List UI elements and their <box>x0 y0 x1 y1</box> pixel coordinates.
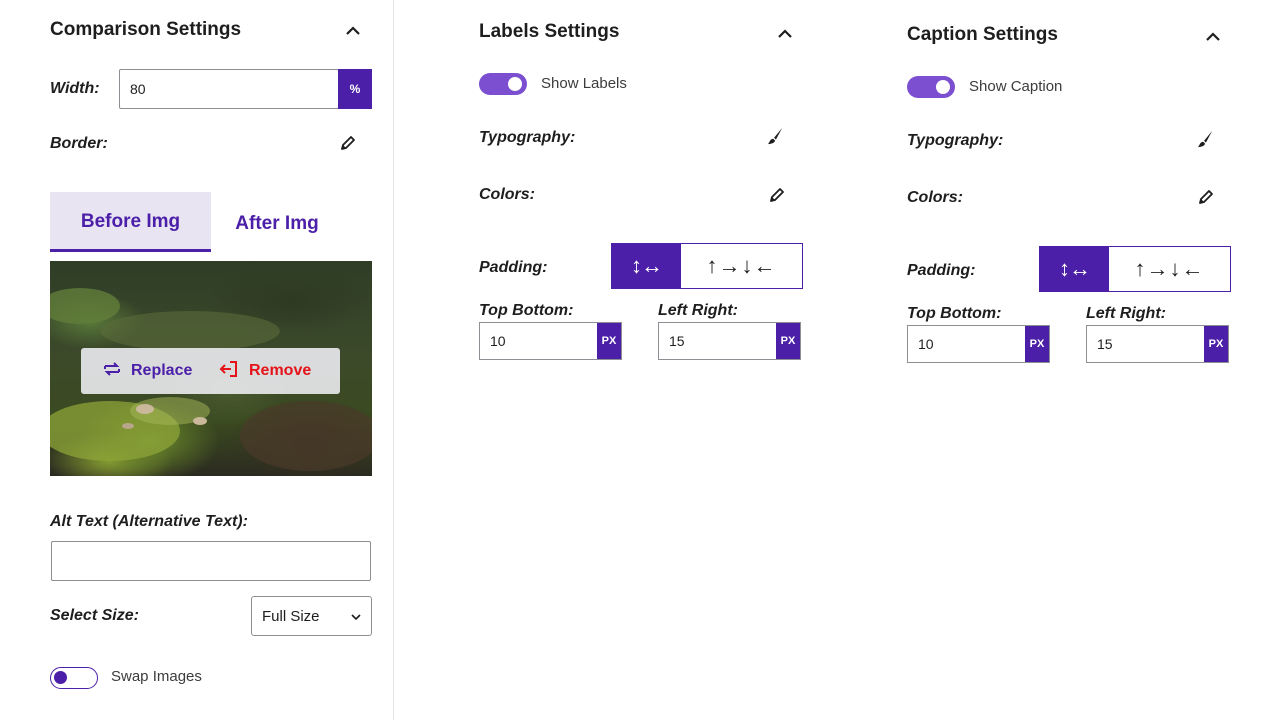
width-unit-button[interactable]: % <box>338 69 372 109</box>
caption-left-right-unit[interactable]: PX <box>1204 326 1228 362</box>
padding-linked-button[interactable]: ↕↔ <box>612 244 681 288</box>
labels-top-bottom-unit[interactable]: PX <box>597 323 621 359</box>
border-label: Border: <box>50 135 108 152</box>
remove-button[interactable]: Remove <box>219 348 311 394</box>
labels-padding-mode-control: ↕↔ ↑→↓← <box>611 243 803 289</box>
padding-individual-button[interactable]: ↑→↓← <box>1109 247 1230 291</box>
chevron-down-icon <box>351 608 361 625</box>
caption-colors-label: Colors: <box>907 189 963 206</box>
replace-button[interactable]: Replace <box>103 348 192 394</box>
labels-top-bottom-input[interactable]: 10 PX <box>479 322 622 360</box>
caption-top-bottom-unit[interactable]: PX <box>1025 326 1049 362</box>
caption-typography-label: Typography: <box>907 132 1004 149</box>
labels-settings-title: Labels Settings <box>479 21 620 42</box>
comparison-settings-title: Comparison Settings <box>50 19 242 40</box>
brush-icon[interactable] <box>1196 130 1214 153</box>
remove-icon <box>219 360 239 383</box>
replace-label: Replace <box>131 362 193 379</box>
caption-left-right-label: Left Right: <box>1086 305 1166 322</box>
chevron-up-icon[interactable] <box>1206 27 1220 45</box>
caption-left-right-input[interactable]: 15 PX <box>1086 325 1229 363</box>
labels-top-bottom-label: Top Bottom: <box>479 302 574 319</box>
image-action-bar: Replace Remove <box>81 348 340 394</box>
padding-individual-button[interactable]: ↑→↓← <box>681 244 802 288</box>
show-labels-label: Show Labels <box>541 75 627 92</box>
padding-linked-button[interactable]: ↕↔ <box>1040 247 1109 291</box>
tab-after-img[interactable]: After Img <box>211 192 343 252</box>
caption-left-right-value[interactable]: 15 <box>1087 326 1204 362</box>
caption-top-bottom-label: Top Bottom: <box>907 305 1002 322</box>
show-caption-toggle[interactable] <box>907 76 955 98</box>
select-size-dropdown[interactable]: Full Size <box>251 596 372 636</box>
labels-left-right-value[interactable]: 15 <box>659 323 776 359</box>
caption-top-bottom-input[interactable]: 10 PX <box>907 325 1050 363</box>
caption-top-bottom-value[interactable]: 10 <box>908 326 1025 362</box>
alt-text-input[interactable] <box>51 541 371 581</box>
pencil-icon[interactable] <box>768 186 786 209</box>
show-labels-toggle[interactable] <box>479 73 527 95</box>
tab-before-img[interactable]: Before Img <box>50 192 211 252</box>
labels-left-right-input[interactable]: 15 PX <box>658 322 801 360</box>
width-label: Width: <box>50 80 100 97</box>
panel-divider <box>393 0 394 720</box>
show-caption-label: Show Caption <box>969 78 1063 95</box>
swap-images-toggle[interactable] <box>50 667 98 689</box>
labels-padding-label: Padding: <box>479 259 548 276</box>
caption-settings-title: Caption Settings <box>907 24 1058 45</box>
labels-left-right-label: Left Right: <box>658 302 738 319</box>
chevron-up-icon[interactable] <box>346 21 360 39</box>
caption-padding-mode-control: ↕↔ ↑→↓← <box>1039 246 1231 292</box>
swap-images-label: Swap Images <box>111 668 202 685</box>
swap-icon <box>103 361 121 382</box>
alt-text-label: Alt Text (Alternative Text): <box>50 513 248 530</box>
labels-left-right-unit[interactable]: PX <box>776 323 800 359</box>
pencil-icon[interactable] <box>1197 188 1215 211</box>
select-size-label: Select Size: <box>50 607 139 624</box>
pencil-icon[interactable] <box>339 134 357 157</box>
select-size-value: Full Size <box>262 607 320 625</box>
caption-padding-label: Padding: <box>907 262 976 279</box>
labels-typography-label: Typography: <box>479 129 576 146</box>
labels-top-bottom-value[interactable]: 10 <box>480 323 597 359</box>
remove-label: Remove <box>249 362 312 379</box>
chevron-up-icon[interactable] <box>778 24 792 42</box>
brush-icon[interactable] <box>766 127 784 150</box>
width-input[interactable]: 80 <box>119 69 339 109</box>
labels-colors-label: Colors: <box>479 186 535 203</box>
